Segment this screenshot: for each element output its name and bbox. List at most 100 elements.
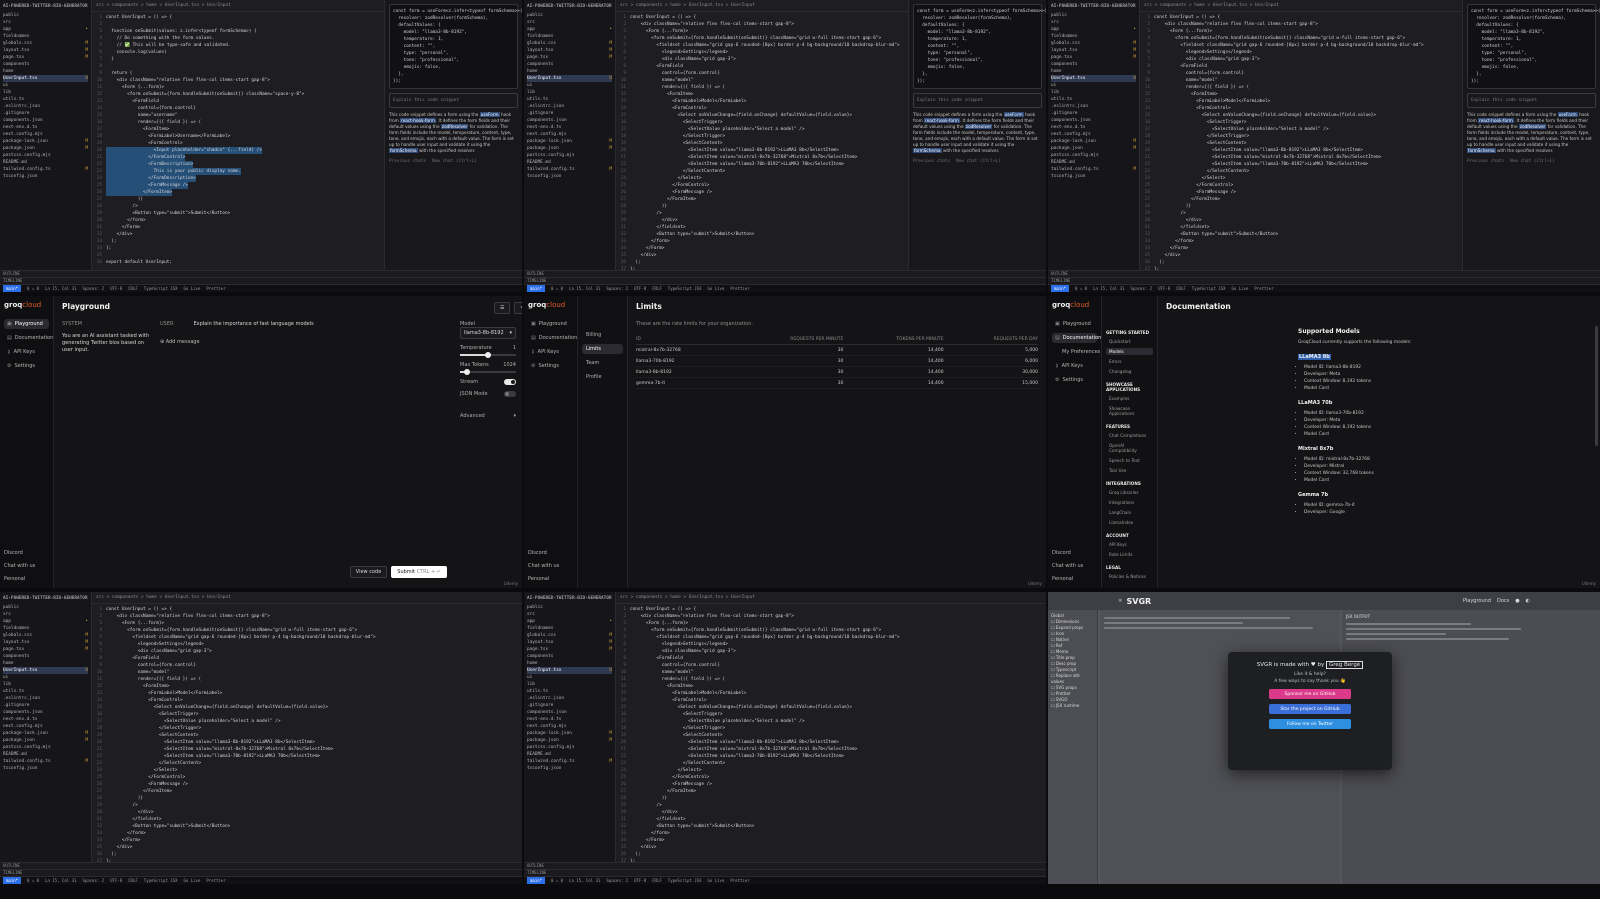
status-item[interactable]: Go Live <box>1232 285 1249 292</box>
code-line[interactable]: 14 <FormControl> <box>616 697 1046 704</box>
status-item[interactable]: UTF-8 <box>634 877 646 884</box>
explorer-item[interactable]: src <box>527 611 612 618</box>
code-line[interactable]: 18 <FormLabel>Username</FormLabel> <box>92 133 384 140</box>
code-line[interactable]: 35 </div> <box>616 844 1046 851</box>
code-line[interactable]: 7 <div className="grid gap-3"> <box>616 56 908 63</box>
status-item[interactable]: CRLF <box>652 877 662 884</box>
code-line[interactable]: 12 <FormItem> <box>616 91 908 98</box>
code-line[interactable]: 24 </Select> <box>616 767 1046 774</box>
code-editor[interactable]: src > components > home > UserInput.tsx … <box>92 592 522 862</box>
explorer-item[interactable]: fieldnames <box>3 625 88 632</box>
code-line[interactable]: 21 <SelectItem value="mixtral-8x7b-32768… <box>92 746 522 753</box>
status-item[interactable]: TypeScript JSX <box>1192 285 1226 292</box>
explorer-item[interactable]: ui <box>3 674 88 681</box>
explorer-item[interactable]: layout.tsx M <box>1051 47 1136 54</box>
code-line[interactable]: 4 <form onSubmit={form.handleSubmit(onSu… <box>1140 35 1462 42</box>
status-item[interactable]: Prettier <box>206 877 225 884</box>
explorer-item[interactable]: package-lock.json M <box>3 138 88 145</box>
code-line[interactable]: 13 <FormLabel>Model</FormLabel> <box>92 690 522 697</box>
docs-nav-item[interactable]: OpenAI Compatibility <box>1106 442 1153 454</box>
nav-playground[interactable]: ▣ Playground <box>528 319 573 329</box>
outline-section[interactable]: OUTLINE <box>524 270 1046 277</box>
code-line[interactable]: 8 <FormField <box>616 655 1046 662</box>
code-line[interactable]: 4 <form onSubmit={form.handleSubmit(onSu… <box>92 627 522 634</box>
code-editor[interactable]: src > components > home > UserInput.tsx … <box>616 0 908 270</box>
explorer-item[interactable]: next.config.mjs <box>527 131 612 138</box>
svgr-option[interactable]: ☐ JSX runtime <box>1051 703 1094 709</box>
code-line[interactable]: 26 <FormMessage /> <box>616 189 908 196</box>
explorer-item[interactable]: layout.tsx M <box>3 639 88 646</box>
code-line[interactable]: 8 <FormField <box>92 655 522 662</box>
code-line[interactable]: 10 name="model" <box>92 669 522 676</box>
code-editor[interactable]: src > components > home > UserInput.tsx … <box>616 592 1046 862</box>
status-item[interactable]: main* <box>527 877 546 884</box>
explorer-item[interactable]: fieldnames <box>1051 33 1136 40</box>
code-line[interactable]: 26 <FormMessage /> <box>1140 189 1462 196</box>
explorer-item[interactable]: public <box>3 604 88 611</box>
nav-api-keys[interactable]: ⚷ API Keys <box>1052 361 1097 371</box>
explorer-item[interactable]: tsconfig.json <box>527 765 612 772</box>
code-line[interactable]: 3 function onSubmit(values: z.infer<type… <box>92 28 384 35</box>
code-line[interactable]: 14 control={form.control} <box>92 105 384 112</box>
sponsor-button[interactable]: Sponsor me on GitHub <box>1269 689 1351 699</box>
code-line[interactable]: 19 <SelectContent> <box>1140 140 1462 147</box>
explorer-item[interactable]: home <box>527 68 612 75</box>
code-line[interactable]: 1 const UserInput = () => { <box>1140 14 1462 21</box>
explorer-item[interactable]: components.json <box>3 709 88 716</box>
explorer-item[interactable]: home <box>3 660 88 667</box>
nav-documentation[interactable]: ▤ Documentation <box>528 333 577 343</box>
max-tokens-slider[interactable] <box>460 369 516 375</box>
nav-settings[interactable]: ⚙ Settings <box>1052 375 1097 385</box>
explorer-item[interactable]: README.md <box>3 159 88 166</box>
explorer-item[interactable]: home <box>527 660 612 667</box>
explorer-item[interactable]: globals.css M <box>3 632 88 639</box>
code-line[interactable]: 13 <FormField <box>92 98 384 105</box>
explorer-item[interactable]: page.tsx M <box>3 646 88 653</box>
docs-nav-item[interactable]: API Keys <box>1106 541 1153 548</box>
status-item[interactable]: CRLF <box>652 285 662 292</box>
code-line[interactable]: 29 /> <box>1140 210 1462 217</box>
status-item[interactable]: 0 ⚠ 0 <box>1075 285 1087 292</box>
code-line[interactable]: 36 export default UserInput; <box>92 259 384 266</box>
explorer-item[interactable]: ui <box>1051 82 1136 89</box>
explorer-item[interactable]: .eslintrc.json <box>3 103 88 110</box>
docs-nav-item[interactable]: Policies & Notices <box>1106 573 1153 580</box>
explorer-item[interactable]: fieldnames <box>3 33 88 40</box>
explorer-item[interactable]: README.md <box>3 751 88 758</box>
code-line[interactable]: 12 <FormItem> <box>92 683 522 690</box>
code-area[interactable]: 1 const UserInput = () => {2 <div classNa… <box>1140 14 1462 270</box>
status-item[interactable]: UTF-8 <box>634 285 646 292</box>
explorer-item[interactable]: utils.ts <box>1051 96 1136 103</box>
status-item[interactable]: Go Live <box>184 877 201 884</box>
code-line[interactable]: 12 <form onSubmit={form.handleSubmit(onS… <box>92 91 384 98</box>
code-line[interactable]: 32 <Button type="submit">Submit</Button> <box>616 823 1046 830</box>
status-item[interactable]: Prettier <box>730 285 749 292</box>
code-line[interactable]: 7 <div className="grid gap-3"> <box>616 648 1046 655</box>
code-line[interactable]: 25 </FormControl> <box>92 774 522 781</box>
docs-nav-item[interactable]: Rate Limits <box>1106 551 1153 558</box>
explorer-item[interactable]: .eslintrc.json <box>3 695 88 702</box>
code-line[interactable]: 34 </Form> <box>616 837 1046 844</box>
timeline-section[interactable]: TIMELINE <box>524 277 1046 284</box>
status-item[interactable]: Ln 15, Col 31 <box>1093 285 1124 292</box>
status-item[interactable]: CRLF <box>128 285 138 292</box>
breadcrumb[interactable]: src > components > home > UserInput.tsx … <box>92 2 384 12</box>
explorer-item[interactable]: utils.ts <box>527 96 612 103</box>
explorer-item[interactable]: app • <box>3 618 88 625</box>
nav-playground[interactable]: ▣ Playground <box>1052 319 1097 329</box>
explorer-item[interactable]: components.json <box>527 709 612 716</box>
explorer-item[interactable]: UserInput.tsx U <box>527 75 612 82</box>
docs-nav-item[interactable]: Changelog <box>1106 368 1153 375</box>
code-line[interactable]: 21 </FormControl> <box>92 154 384 161</box>
breadcrumb[interactable]: src > components > home > UserInput.tsx … <box>1140 2 1462 12</box>
code-line[interactable]: 6 console.log(values) <box>92 49 384 56</box>
explorer-item[interactable]: utils.ts <box>527 688 612 695</box>
subnav-profile[interactable]: Profile <box>582 372 623 382</box>
status-item[interactable]: Prettier <box>1254 285 1273 292</box>
code-line[interactable]: 10 name="model" <box>616 77 908 84</box>
nav-docs[interactable]: Docs <box>1497 598 1509 604</box>
explorer-item[interactable]: home <box>3 68 88 75</box>
timeline-section[interactable]: TIMELINE <box>0 869 522 876</box>
code-line[interactable]: 29 /> <box>616 210 908 217</box>
nav-settings[interactable]: ⚙ Settings <box>528 361 573 371</box>
